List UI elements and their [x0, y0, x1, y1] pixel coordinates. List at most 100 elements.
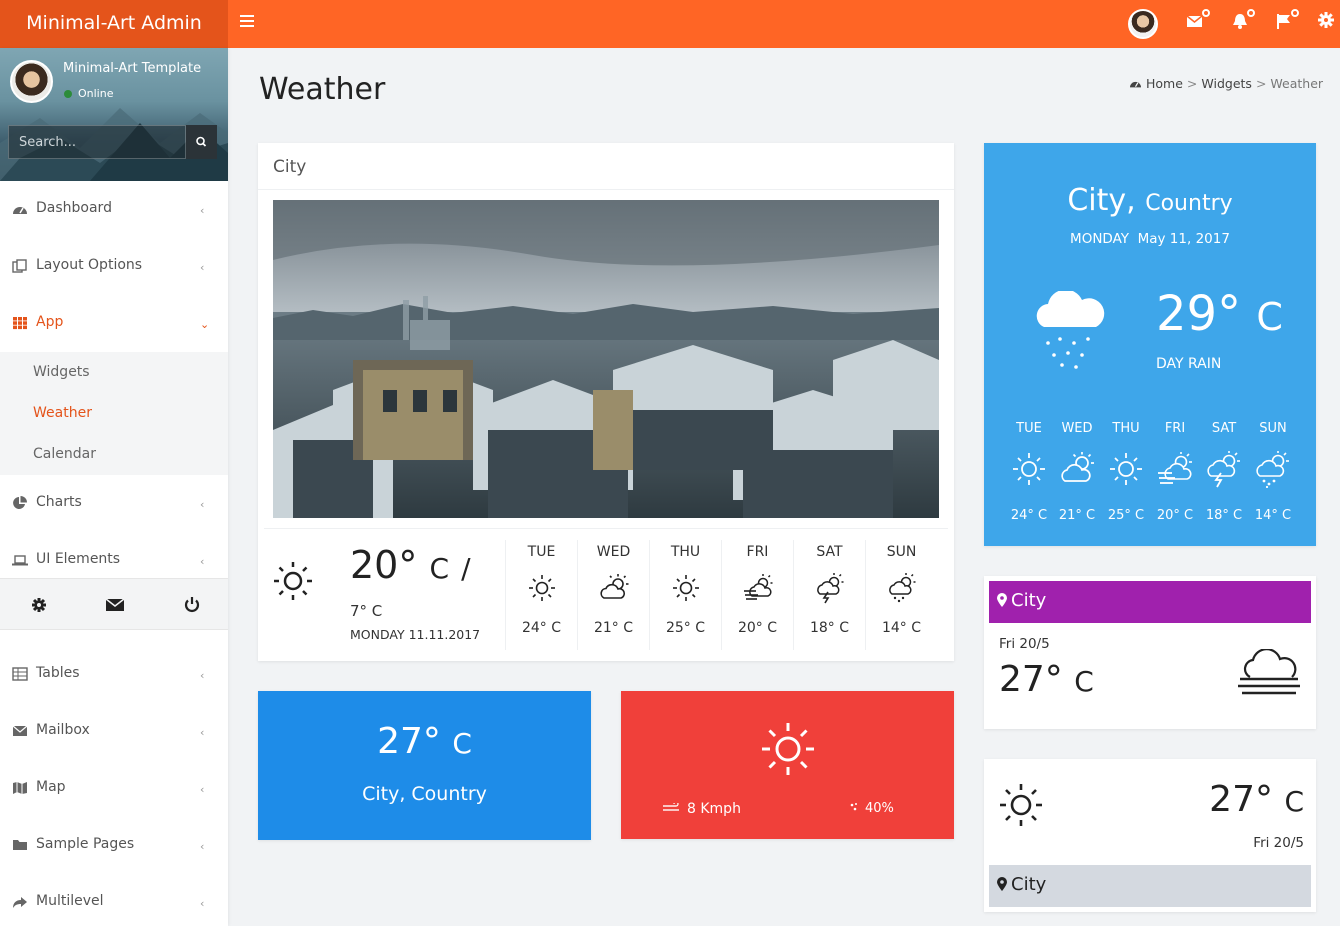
forecast-day: SUN 14° C — [1254, 421, 1292, 523]
chevron-left-icon: ‹ — [200, 555, 205, 568]
chevron-left-icon: ‹ — [200, 726, 205, 739]
menu-toggle-icon[interactable] — [240, 15, 254, 29]
city-card-purple: City Fri 20/5 27° C — [984, 576, 1316, 729]
user-name: Minimal-Art Template — [63, 61, 202, 76]
sidebar-item-label: Charts — [36, 494, 82, 510]
windy-cloud-icon — [1158, 452, 1192, 484]
city-photo — [273, 200, 939, 518]
temperature-tile-blue: 27° C City, Country — [258, 691, 591, 840]
sidebar-item-tables[interactable]: Tables ‹ — [0, 646, 228, 703]
user-panel: Minimal-Art Template Online Search... — [0, 48, 228, 181]
sidebar: Minimal-Art Template Online Search... Da… — [0, 48, 228, 926]
sunny-icon — [528, 575, 555, 601]
forecast-day: FRI 20° C — [1156, 421, 1194, 523]
pie-chart-icon — [13, 496, 27, 509]
forecast-day: TUE 24° C — [1010, 421, 1048, 523]
search-input[interactable]: Search... — [8, 125, 186, 159]
forecast-card-sky: City, Country MONDAY May 11, 2017 29° C … — [984, 143, 1316, 546]
power-icon[interactable] — [183, 596, 201, 614]
breadcrumb-current: Weather — [1270, 76, 1324, 91]
status-label: Online — [78, 87, 114, 100]
submenu-item-weather[interactable]: Weather — [33, 405, 92, 421]
partly-cloudy-icon — [599, 574, 628, 599]
forecast-day: THU 25° C — [1107, 421, 1145, 523]
conditions-tile-red: 8 Kmph 40% — [621, 691, 954, 839]
sidebar-item-charts[interactable]: Charts ‹ — [0, 475, 228, 532]
forecast-day: SAT 18° C — [1205, 421, 1243, 523]
envelope-icon[interactable] — [106, 596, 124, 614]
map-icon — [13, 782, 27, 794]
grid-icon — [13, 317, 27, 330]
sunny-icon — [1013, 453, 1045, 485]
sidebar-item-sample-pages[interactable]: Sample Pages ‹ — [0, 817, 228, 874]
brand-logo[interactable]: Minimal-Art Admin — [0, 0, 228, 48]
sidebar-item-label: UI Elements — [36, 551, 121, 567]
raindrop-icon — [850, 803, 857, 811]
thunderstorm-icon — [816, 573, 843, 604]
sidebar-item-app[interactable]: App ⌄ — [0, 295, 228, 352]
thunderstorm-icon — [1207, 451, 1240, 488]
laptop-icon — [12, 555, 28, 566]
sunny-icon — [1110, 453, 1142, 485]
submenu-item-widgets[interactable]: Widgets — [33, 364, 90, 380]
tile-temperature: 27° C — [377, 721, 472, 762]
search-icon — [196, 136, 207, 147]
chevron-left-icon: ‹ — [200, 840, 205, 853]
user-avatar[interactable] — [10, 60, 53, 103]
rain-sun-icon — [1256, 451, 1289, 489]
sidebar-item-map[interactable]: Map ‹ — [0, 760, 228, 817]
breadcrumb-widgets[interactable]: Widgets — [1201, 76, 1252, 91]
folder-icon — [13, 840, 27, 850]
partly-cloudy-icon — [1061, 452, 1094, 482]
chevron-left-icon: ‹ — [200, 783, 205, 796]
chevron-left-icon: ‹ — [200, 669, 205, 682]
copy-icon — [12, 259, 27, 273]
user-status: Online — [64, 87, 113, 100]
sunny-icon — [762, 723, 814, 775]
sidebar-item-mailbox[interactable]: Mailbox ‹ — [0, 703, 228, 760]
forecast-day: WED 21° C — [1058, 421, 1096, 523]
sunny-icon — [672, 575, 699, 601]
tile-location: City, Country — [362, 783, 487, 805]
card-date: Fri 20/5 — [999, 636, 1050, 652]
card-temperature: 27° C — [1209, 779, 1304, 820]
sidebar-item-layout-options[interactable]: Layout Options ‹ — [0, 238, 228, 295]
table-icon — [12, 667, 28, 681]
sidebar-item-label: Multilevel — [36, 893, 104, 909]
sidebar-item-multilevel[interactable]: Multilevel ‹ — [0, 874, 228, 926]
user-avatar[interactable] — [1128, 9, 1158, 39]
forecast-day: THU 25° C — [649, 540, 721, 650]
gear-icon[interactable] — [1318, 12, 1340, 34]
card-title: City — [273, 157, 307, 177]
sidebar-item-dashboard[interactable]: Dashboard ‹ — [0, 181, 228, 238]
sidebar-item-label: App — [36, 314, 64, 330]
fog-icon — [1238, 649, 1300, 695]
card-footer: City — [989, 865, 1311, 907]
breadcrumb-home[interactable]: Home — [1146, 76, 1183, 91]
rain-sun-icon — [888, 573, 915, 603]
sidebar-item-label: Tables — [36, 665, 80, 681]
app-submenu: Widgets Weather Calendar — [0, 352, 228, 475]
weather-condition: DAY RAIN — [1156, 356, 1222, 372]
page-title: Weather — [259, 72, 386, 107]
windy-cloud-icon — [743, 574, 772, 600]
mail-icon[interactable] — [1186, 9, 1210, 34]
forecast-day: SUN 14° C — [865, 540, 937, 650]
sunny-icon — [274, 562, 312, 600]
search-button[interactable] — [186, 125, 217, 159]
forecast-day: SAT 18° C — [793, 540, 865, 650]
settings-icon[interactable] — [30, 596, 48, 614]
chevron-left-icon: ‹ — [200, 204, 205, 217]
dashboard-icon — [1130, 81, 1141, 88]
sidebar-item-label: Sample Pages — [36, 836, 135, 852]
sidebar-item-label: Mailbox — [36, 722, 90, 738]
submenu-item-calendar[interactable]: Calendar — [33, 446, 96, 462]
forecast-date: MONDAY May 11, 2017 — [1070, 231, 1230, 247]
wind-speed: 8 Kmph — [663, 801, 741, 817]
forecast-day: FRI 20° C — [721, 540, 793, 650]
current-date: MONDAY 11.11.2017 — [350, 627, 481, 642]
chevron-down-icon: ⌄ — [200, 318, 210, 331]
sunny-icon — [1000, 784, 1042, 826]
bell-icon[interactable] — [1231, 9, 1255, 34]
flag-icon[interactable] — [1275, 9, 1299, 34]
